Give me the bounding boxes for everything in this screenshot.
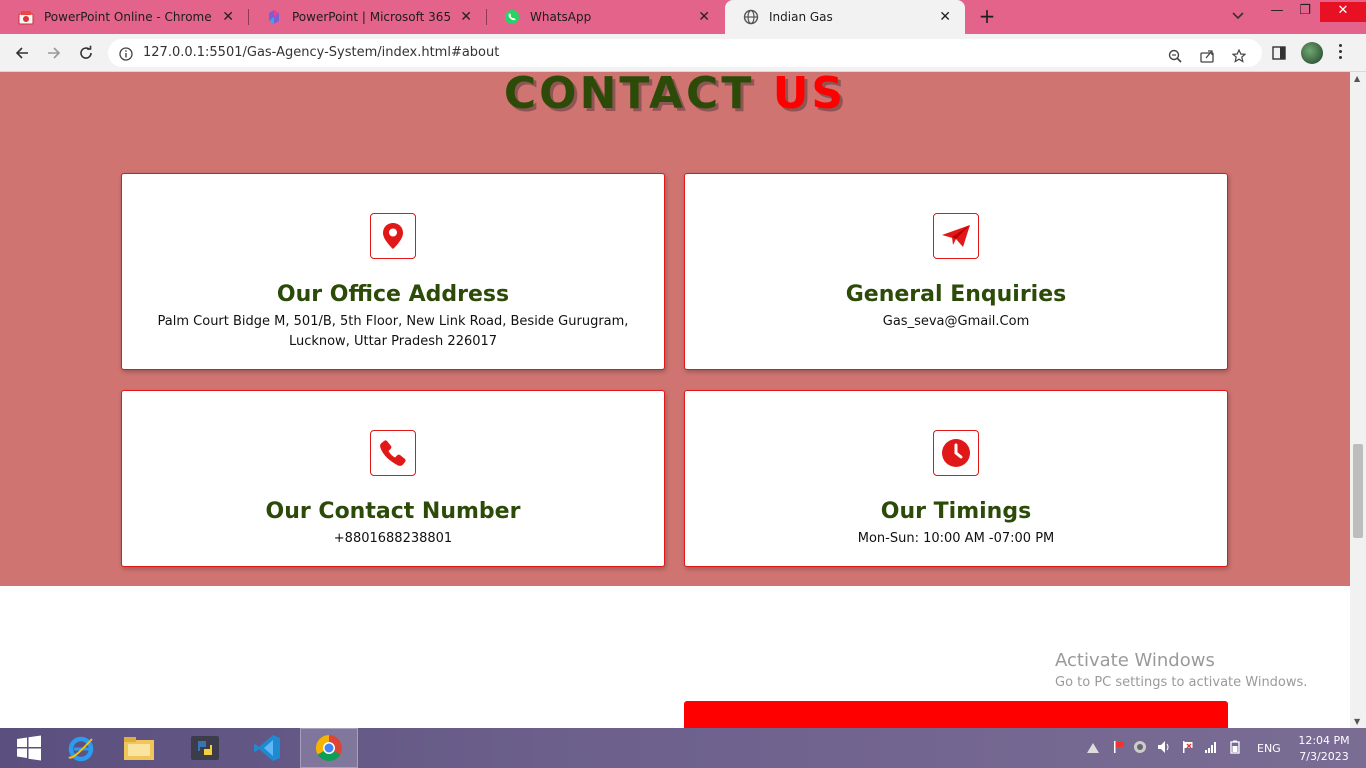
card-title: General Enquiries [845, 282, 1067, 307]
location-pin-icon [370, 213, 416, 259]
card-text: Gas_seva@Gmail.Com [882, 314, 1030, 329]
site-info-icon[interactable] [119, 46, 133, 65]
browser-toolbar: 127.0.0.1:5501/Gas-Agency-System/index.h… [0, 34, 1366, 72]
office-address-card: Our Office Address Palm Court Bidge M, 5… [121, 173, 665, 370]
side-panel-icon [1272, 46, 1286, 60]
card-title: Our Office Address [276, 282, 510, 307]
taskbar-clock[interactable]: 12:04 PM 7/3/2023 [1296, 733, 1352, 765]
forward-arrow-icon [48, 47, 61, 59]
globe-icon [743, 9, 759, 25]
battery-icon[interactable] [1228, 740, 1242, 757]
card-title: Our Timings [880, 499, 1032, 524]
tab-title: Indian Gas [769, 10, 833, 24]
python-icon[interactable] [176, 728, 234, 768]
paper-plane-icon [933, 213, 979, 259]
windows-taskbar: ENG 12:04 PM 7/3/2023 [0, 728, 1366, 768]
tab-title: WhatsApp [530, 10, 592, 24]
browser-menu-icon[interactable] [1339, 44, 1343, 62]
browser-tab-strip: PowerPoint Online - Chrome Web ✕ PowerPo… [0, 0, 1366, 34]
close-window-button[interactable]: ✕ [1320, 2, 1366, 22]
timings-card: Our Timings Mon-Sun: 10:00 AM -07:00 PM [684, 390, 1228, 567]
clock-time: 12:04 PM [1298, 734, 1350, 747]
zoom-icon[interactable] [1168, 48, 1182, 67]
minimize-window-button[interactable]: — [1262, 2, 1292, 24]
tab-search-chevron-icon[interactable] [1232, 9, 1244, 23]
heading-word-contact: CONTACT [503, 72, 755, 119]
new-tab-button[interactable]: + [976, 6, 998, 28]
reload-icon [80, 45, 92, 59]
close-tab-icon[interactable]: ✕ [939, 10, 951, 24]
profile-avatar[interactable] [1301, 42, 1323, 64]
page-viewport: CONTACT US Our Office Address Palm Court… [0, 72, 1350, 728]
watermark-subtitle: Go to PC settings to activate Windows. [1055, 675, 1308, 690]
chrome-icon[interactable] [300, 728, 358, 768]
clock-date: 7/3/2023 [1299, 750, 1349, 763]
microsoft-365-icon [266, 9, 282, 25]
tab-title: PowerPoint Online - Chrome Web [44, 10, 214, 24]
tab-powerpoint-online[interactable]: PowerPoint Online - Chrome Web ✕ [0, 0, 248, 34]
windows-start-icon[interactable] [0, 728, 58, 768]
tab-whatsapp[interactable]: WhatsApp ✕ [486, 0, 724, 34]
internet-explorer-icon[interactable] [52, 728, 110, 768]
close-tab-icon[interactable]: ✕ [222, 10, 234, 24]
reload-button[interactable] [75, 42, 97, 64]
section-heading: CONTACT US [0, 72, 1350, 116]
sync-icon[interactable] [1133, 740, 1147, 757]
card-title: Our Contact Number [265, 499, 521, 524]
close-tab-icon[interactable]: ✕ [460, 10, 472, 24]
chrome-web-store-icon [18, 9, 34, 25]
watermark-title: Activate Windows [1055, 650, 1215, 671]
clock-icon [933, 430, 979, 476]
language-indicator[interactable]: ENG [1257, 742, 1281, 755]
card-text: +8801688238801 [333, 531, 453, 546]
close-tab-icon[interactable]: ✕ [698, 10, 710, 24]
heading-word-us: US [772, 72, 847, 119]
tab-title: PowerPoint | Microsoft 365 [292, 10, 452, 24]
contact-number-card: Our Contact Number +8801688238801 [121, 390, 665, 567]
page-scrollbar[interactable]: ▲ ▼ [1350, 72, 1366, 728]
whatsapp-icon [504, 9, 520, 25]
vscode-icon[interactable] [238, 728, 296, 768]
tab-powerpoint-365[interactable]: PowerPoint | Microsoft 365 ✕ [248, 0, 486, 34]
tab-indian-gas[interactable]: Indian Gas ✕ [725, 0, 965, 34]
card-text: Mon-Sun: 10:00 AM -07:00 PM [857, 531, 1055, 546]
volume-icon[interactable] [1157, 740, 1171, 757]
url-text: 127.0.0.1:5501/Gas-Agency-System/index.h… [143, 45, 500, 60]
back-arrow-icon [15, 47, 28, 59]
contact-section: CONTACT US Our Office Address Palm Court… [0, 72, 1350, 586]
scrollbar-thumb[interactable] [1353, 444, 1363, 538]
file-explorer-icon[interactable] [110, 728, 168, 768]
forward-button[interactable] [43, 42, 65, 64]
address-bar[interactable]: 127.0.0.1:5501/Gas-Agency-System/index.h… [108, 39, 1262, 67]
card-text: Palm Court Bidge M, 501/B, 5th Floor, Ne… [157, 314, 629, 349]
activate-windows-watermark: Activate Windows Go to PC settings to ac… [1055, 650, 1307, 690]
side-panel-button[interactable] [1268, 42, 1290, 64]
general-enquiries-card: General Enquiries Gas_seva@Gmail.Com [684, 173, 1228, 370]
action-center-flag-icon[interactable] [1181, 740, 1195, 757]
scroll-up-arrow-icon[interactable]: ▲ [1354, 74, 1360, 83]
flag-alert-icon[interactable] [1112, 740, 1126, 757]
phone-icon [370, 430, 416, 476]
wifi-signal-icon[interactable] [1204, 740, 1218, 757]
bookmark-star-icon[interactable] [1231, 48, 1247, 67]
scroll-down-arrow-icon[interactable]: ▼ [1354, 717, 1360, 726]
share-icon[interactable] [1200, 48, 1215, 67]
network-status-icon[interactable] [1085, 740, 1101, 757]
back-button[interactable] [11, 42, 33, 64]
next-section-red-card [684, 701, 1228, 728]
restore-window-button[interactable]: ❐ [1290, 2, 1320, 24]
